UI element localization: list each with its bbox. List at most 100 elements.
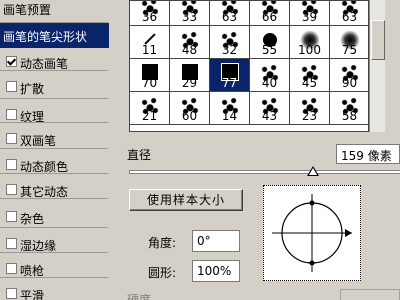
divider bbox=[0, 148, 108, 149]
brush-tip-cell[interactable]: 36 bbox=[130, 1, 170, 26]
brush-tip-cell[interactable]: 21 bbox=[130, 92, 170, 125]
brush-size-label: 14 bbox=[221, 109, 238, 123]
roundness-label: 圆形: bbox=[148, 266, 177, 280]
brush-size-label: 66 bbox=[261, 10, 278, 24]
brush-size-label: 39 bbox=[301, 10, 318, 24]
brush-angle-icon bbox=[272, 194, 352, 272]
option-label: 扩散 bbox=[20, 82, 45, 96]
brush-tip-cell[interactable]: 39 bbox=[290, 1, 330, 26]
brush-size-label: 33 bbox=[181, 10, 198, 24]
brush-tip-cell[interactable]: 77 bbox=[210, 59, 250, 92]
use-sample-size-button[interactable]: 使用样本大小 bbox=[129, 189, 243, 211]
option-checkbox[interactable] bbox=[6, 211, 17, 222]
brush-tip-cell[interactable]: 55 bbox=[250, 26, 290, 59]
roundness-field[interactable]: 100% bbox=[192, 260, 240, 282]
brush-size-label: 36 bbox=[141, 10, 158, 24]
option-item[interactable]: 其它动态 bbox=[0, 178, 109, 203]
angle-label: 角度: bbox=[148, 236, 177, 250]
option-item[interactable]: 喷枪 bbox=[0, 257, 109, 282]
divider bbox=[0, 227, 108, 228]
brush-tip-cell[interactable]: 32 bbox=[210, 26, 250, 59]
brush-tip-cell[interactable]: 90 bbox=[330, 59, 368, 92]
option-checkbox[interactable] bbox=[6, 238, 17, 249]
brush-size-label: 43 bbox=[261, 109, 278, 123]
angle-field[interactable]: 0° bbox=[192, 230, 240, 252]
option-label: 平滑 bbox=[20, 289, 45, 300]
brush-size-label: 75 bbox=[341, 43, 358, 57]
brush-presets-item[interactable]: 画笔预置 bbox=[0, 0, 109, 21]
brush-tip-cell[interactable]: 29 bbox=[170, 59, 210, 92]
brush-tip-cell[interactable]: 60 bbox=[170, 92, 210, 125]
option-checkbox[interactable] bbox=[6, 133, 17, 144]
divider bbox=[0, 198, 108, 199]
brush-size-label: 77 bbox=[221, 76, 238, 90]
option-item[interactable]: 平滑 bbox=[0, 282, 109, 300]
diameter-label: 直径 bbox=[127, 148, 152, 162]
brush-size-label: 100 bbox=[298, 43, 321, 57]
brush-tip-shape-label: 画笔的笔尖形状 bbox=[3, 30, 88, 44]
option-item[interactable]: 动态画笔 bbox=[0, 50, 109, 75]
brush-size-label: 55 bbox=[261, 43, 278, 57]
brush-tip-cell[interactable]: 63 bbox=[330, 1, 368, 26]
brush-tip-cell[interactable]: 75 bbox=[330, 26, 368, 59]
option-item[interactable]: 纹理 bbox=[0, 103, 109, 128]
divider bbox=[0, 70, 108, 71]
divider bbox=[0, 122, 108, 123]
scrollbar-thumb[interactable] bbox=[371, 20, 385, 60]
option-checkbox[interactable] bbox=[6, 184, 17, 195]
brush-size-label: 11 bbox=[141, 43, 158, 57]
brush-size-label: 58 bbox=[341, 109, 358, 123]
brush-tip-cell[interactable]: 40 bbox=[250, 59, 290, 92]
brush-size-label: 29 bbox=[181, 76, 198, 90]
brush-tip-cell[interactable]: 45 bbox=[290, 59, 330, 92]
option-label: 杂色 bbox=[20, 212, 45, 226]
brush-tip-cell[interactable]: 70 bbox=[130, 59, 170, 92]
brush-presets-label: 画笔预置 bbox=[3, 3, 52, 17]
brush-size-label: 90 bbox=[341, 76, 358, 90]
brush-tip-cell[interactable]: 14 bbox=[210, 92, 250, 125]
brush-tip-cell[interactable]: 33 bbox=[170, 1, 210, 26]
brush-size-label: 23 bbox=[301, 109, 318, 123]
divider bbox=[0, 277, 108, 278]
brush-tip-cell[interactable]: 63 bbox=[210, 1, 250, 26]
option-checkbox[interactable] bbox=[6, 263, 17, 274]
grid-scrollbar[interactable] bbox=[369, 0, 385, 132]
brush-tip-cell[interactable]: 48 bbox=[170, 26, 210, 59]
brush-options-list: 画笔预置 画笔的笔尖形状 动态画笔扩散纹理双画笔动态颜色 其它动态杂色湿边缘 喷枪平… bbox=[0, 0, 109, 300]
diameter-field[interactable]: 159 像素 bbox=[336, 144, 400, 164]
brush-size-label: 21 bbox=[141, 109, 158, 123]
hardness-field bbox=[340, 289, 400, 300]
brush-size-label: 63 bbox=[341, 10, 358, 24]
brush-tip-grid: 36 33 63 66 39 63 11 48 32 55 100 75 70 29 77 40 45 90 21 6… bbox=[129, 0, 369, 132]
brush-size-label: 45 bbox=[301, 76, 318, 90]
brush-tip-cell[interactable]: 11 bbox=[130, 26, 170, 59]
brush-size-label: 32 bbox=[221, 43, 238, 57]
divider bbox=[0, 173, 108, 174]
brush-tip-cell[interactable]: 58 bbox=[330, 92, 368, 125]
divider bbox=[0, 98, 108, 99]
option-checkbox[interactable] bbox=[6, 109, 17, 120]
option-checkbox[interactable] bbox=[6, 288, 17, 299]
brush-size-label: 40 bbox=[261, 76, 278, 90]
option-item[interactable]: 湿边缘 bbox=[0, 232, 109, 257]
brush-tip-cell[interactable]: 100 bbox=[290, 26, 330, 59]
brush-tip-cell[interactable]: 23 bbox=[290, 92, 330, 125]
brush-size-label: 48 bbox=[181, 43, 198, 57]
option-checkbox[interactable] bbox=[6, 81, 17, 92]
option-label: 双画笔 bbox=[20, 134, 57, 148]
option-item[interactable]: 动态颜色 bbox=[0, 153, 109, 178]
option-item[interactable]: 扩散 bbox=[0, 75, 109, 100]
angle-roundness-preview[interactable] bbox=[263, 185, 361, 281]
option-checkbox[interactable] bbox=[6, 56, 17, 67]
brush-size-label: 63 bbox=[221, 10, 238, 24]
brush-size-label: 60 bbox=[181, 109, 198, 123]
brush-tip-cell[interactable]: 66 bbox=[250, 1, 290, 26]
brush-size-label: 70 bbox=[141, 76, 158, 90]
brush-tip-shape-item[interactable]: 画笔的笔尖形状 bbox=[0, 23, 109, 48]
brush-tip-cell[interactable]: 43 bbox=[250, 92, 290, 125]
divider bbox=[0, 252, 108, 253]
hardness-label: 硬度 bbox=[127, 293, 152, 300]
diameter-slider-thumb[interactable] bbox=[307, 166, 320, 176]
diameter-slider-track[interactable] bbox=[129, 170, 400, 174]
option-checkbox[interactable] bbox=[6, 159, 17, 170]
